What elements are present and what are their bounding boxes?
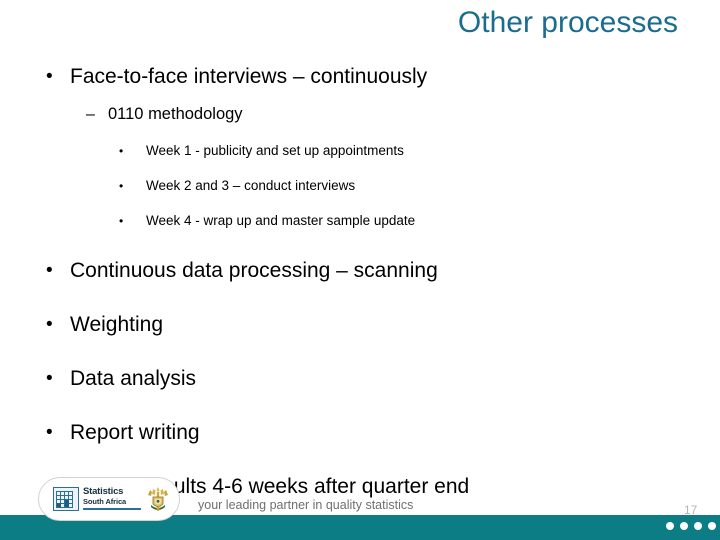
statssa-grid-icon [53,487,79,511]
list-item-label: Data analysis [70,367,197,390]
bullet-marker-icon: • [46,368,53,389]
bullet-marker-icon: • [46,260,53,281]
list-item: • Week 2 and 3 – conduct interviews [0,177,720,195]
statssa-logo: Statistics South Africa [38,477,180,521]
footer-dot [666,522,674,530]
list-item: • Continuous data processing – scanning [0,258,720,284]
list-item-label: Report writing [70,421,200,444]
list-item: • Week 4 - wrap up and master sample upd… [0,212,720,230]
footer-dot [694,522,702,530]
coat-of-arms-icon [148,487,168,511]
footer-dots [666,522,716,532]
bullet-marker-icon: • [119,144,124,158]
logo-wordmark: Statistics South Africa [83,486,139,506]
list-item: – 0110 methodology [0,104,720,125]
list-item: • Data analysis [0,366,720,392]
bullet-marker-icon: • [46,66,53,87]
logo-line-south-africa: South Africa [83,497,127,506]
list-item: • Report writing [0,420,720,446]
logo-line-statistics: Statistics [83,486,124,497]
logo-inner: Statistics South Africa [53,486,171,514]
logo-underline [83,508,141,510]
bullet-marker-icon: – [86,106,95,123]
list-item-label: Week 1 - publicity and set up appointmen… [146,143,404,158]
list-item: • Week 1 - publicity and set up appointm… [0,142,720,160]
footer-dot [708,522,716,530]
list-item-label: Week 4 - wrap up and master sample updat… [146,213,416,228]
bullet-marker-icon: • [119,179,124,193]
bullet-list: • Face-to-face interviews – continuously… [0,64,720,500]
list-item-label: 0110 methodology [108,105,243,123]
list-item-label: Continuous data processing – scanning [70,259,438,282]
footer-tagline: your leading partner in quality statisti… [198,498,414,512]
list-item-label: Week 2 and 3 – conduct interviews [146,178,356,193]
list-item-label: Weighting [70,313,164,336]
list-item: • Weighting [0,312,720,338]
page-title: Other processes [457,6,678,39]
bullet-marker-icon: • [46,314,53,335]
bullet-marker-icon: • [46,422,53,443]
bullet-marker-icon: • [119,214,124,228]
footer-dot [680,522,688,530]
list-item: • Face-to-face interviews – continuously [0,64,720,90]
page-number: 17 [684,503,698,517]
list-item-label: Face-to-face interviews – continuously [70,65,428,88]
slide: Other processes • Face-to-face interview… [0,0,720,540]
